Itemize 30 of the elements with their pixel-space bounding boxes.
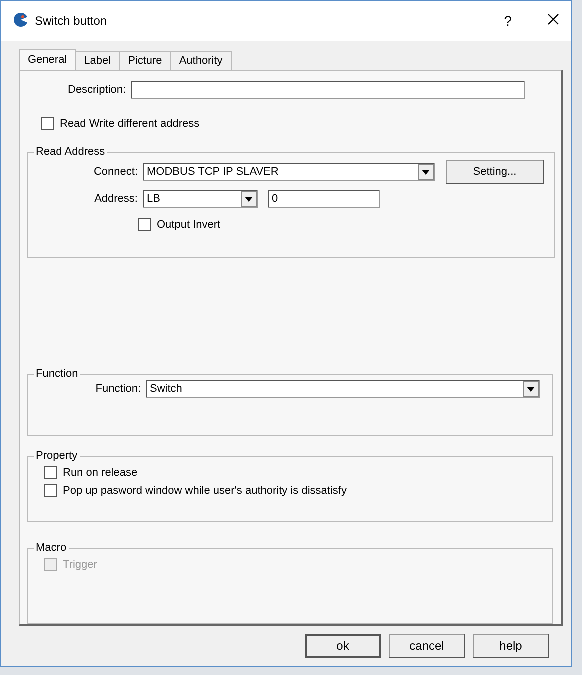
checkbox[interactable] (44, 484, 57, 497)
checkbox[interactable] (138, 218, 151, 231)
field-label: Description: (68, 84, 126, 96)
checkbox-label: Run on release (63, 466, 138, 478)
field-label: Connect: (92, 166, 138, 178)
checkbox-label: Read Write different address (60, 118, 200, 130)
setting-button[interactable]: Setting... (446, 160, 544, 184)
checkbox-label: Pop up pasword window while user's authority is dissatisfy (63, 484, 347, 496)
tab[interactable]: General (19, 49, 76, 70)
checkbox-label: Trigger (63, 558, 98, 570)
dropdown[interactable]: LB (143, 190, 258, 208)
checkbox-label: Output Invert (157, 218, 221, 230)
help-button[interactable]: ? (504, 13, 512, 29)
dropdown[interactable]: MODBUS TCP IP SLAVER (143, 163, 435, 181)
group-title: Property (35, 450, 79, 462)
dialog-button[interactable]: help (473, 634, 549, 658)
dialog-button[interactable]: cancel (389, 634, 465, 658)
checkbox[interactable] (41, 117, 54, 130)
field-label: Address: (94, 193, 138, 205)
group-title: Read Address (35, 146, 106, 158)
field-label: Function: (94, 383, 141, 395)
window-title: Switch button (35, 14, 108, 28)
group-title: Function (35, 368, 80, 380)
dialog-button[interactable]: ok (305, 634, 381, 658)
address-field[interactable]: 0 (268, 190, 380, 208)
dropdown[interactable]: Switch (146, 380, 540, 398)
checkbox[interactable] (44, 466, 57, 479)
description-field[interactable] (131, 81, 526, 99)
tab[interactable]: Authority (170, 51, 232, 70)
group-title: Macro (35, 542, 68, 554)
